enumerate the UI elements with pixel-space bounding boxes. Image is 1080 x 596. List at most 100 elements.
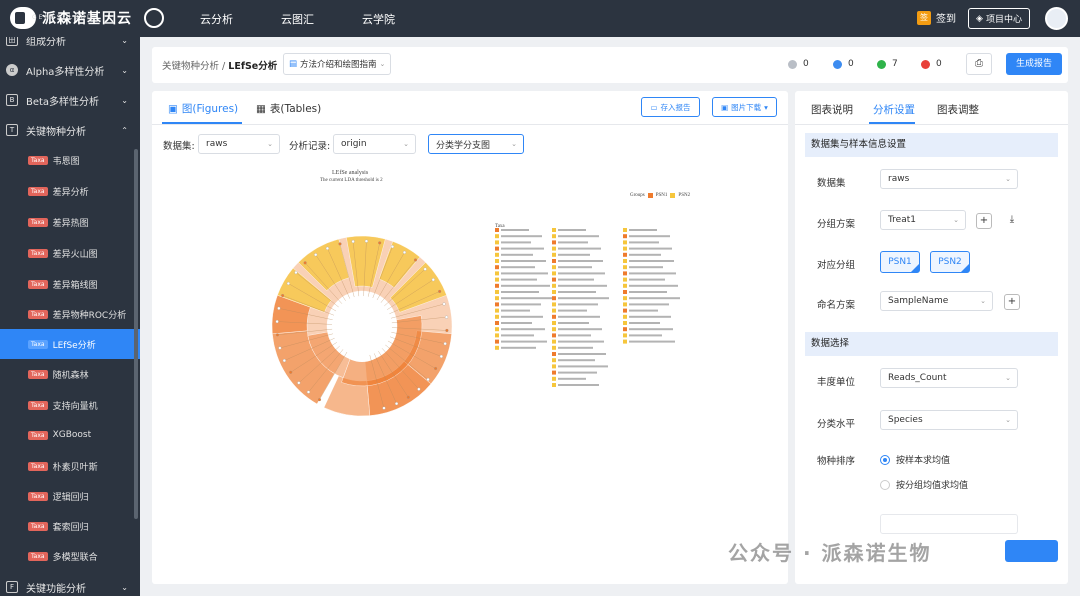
section-dataset-sample: 数据集与样本信息设置 [805,133,1058,157]
brand-subtitle: GENESCLOUD [32,14,94,21]
chevron-up-icon: ⌃ [121,125,128,135]
tab-tables[interactable]: ▦ 表(Tables) [256,101,321,116]
record-select[interactable]: origin ⌄ [333,134,416,154]
figure-type-select[interactable]: 分类学分支图 ⌄ [428,134,524,154]
sidebar-item-label: 朴素贝叶斯 [52,462,98,473]
sidebar-item-multi-model[interactable]: Taxa 多模型联合 [0,541,140,571]
sidebar-group-composition[interactable]: 田 组成分析 ⌄ [0,37,140,55]
add-naming-button[interactable]: + [1004,294,1020,310]
sidebar-group-key-species[interactable]: T 关键物种分析 ⌃ [0,115,140,145]
settings-panel: 图表说明 分析设置 图表调整 数据集与样本信息设置 数据集 raws ⌄ 分组方… [795,91,1068,584]
sidebar-item-naive-bayes[interactable]: Taxa 朴素贝叶斯 [0,451,140,481]
sort-by-sample-mean[interactable]: 按样本求均值 [880,453,950,466]
taxon-node [338,242,342,246]
taxa-tag: Taxa [28,217,48,227]
add-group-button[interactable]: + [976,213,992,229]
taxa-tag: Taxa [28,551,48,561]
sidebar-item-random-forest[interactable]: Taxa 随机森林 [0,359,140,389]
download-group-button[interactable]: ⤓ [1004,213,1020,229]
sidebar-item-lasso[interactable]: Taxa 套索回归 [0,511,140,541]
sidebar-item-svm[interactable]: Taxa 支持向量机 [0,390,140,420]
sidebar-item-venn[interactable]: Taxa 韦恩图 [0,145,140,175]
taxa-list-swatch [623,339,627,344]
taxa-list-text [558,328,602,331]
status-count: 7 [892,59,898,69]
sidebar-group-alpha[interactable]: α Alpha多样性分析 ⌄ [0,55,140,85]
group-scheme-select[interactable]: Treat1 ⌄ [880,210,966,230]
taxa-list-text [501,328,545,331]
nav-cloud-academy[interactable]: 云学院 [362,11,395,27]
nav-cloud-analysis[interactable]: 云分析 [200,11,233,27]
sidebar-item-roc[interactable]: Taxa 差异物种ROC分析 [0,299,140,329]
generate-report-button[interactable]: 生成报告 [1006,53,1062,75]
chevron-down-icon: ⌄ [121,37,128,45]
avatar[interactable] [1045,7,1068,30]
sort-by-group-mean[interactable]: 按分组均值求均值 [880,478,968,491]
guide-select[interactable]: ▤ 方法介绍和绘图指南 ⌄ [283,53,391,75]
record-label: 分析记录: [289,141,331,152]
taxon-node [297,381,301,385]
partial-threshold-input[interactable] [880,514,1018,534]
dataset-label: 数据集 [817,178,846,189]
pdf-button[interactable]: ⎙ [966,53,992,75]
naming-scheme-select[interactable]: SampleName ⌄ [880,291,993,311]
taxa-list-text [558,346,593,349]
sidebar-scrollbar[interactable] [134,149,138,519]
sidebar-item-diff[interactable]: Taxa 差异分析 [0,176,140,206]
plus-icon: + [979,215,989,226]
taxon-node [406,395,410,399]
tab-chart-description[interactable]: 图表说明 [811,102,853,117]
document-icon: ⎙ [975,58,983,69]
project-center-button[interactable]: ◈ 项目中心 [968,8,1030,29]
sidebar-item-xgboost[interactable]: Taxa XGBoost [0,420,140,450]
tab-chart-adjust[interactable]: 图表调整 [937,102,979,117]
sign-icon: 签 [917,10,931,25]
taxa-list-text [558,291,596,293]
taxa-list-swatch [552,333,556,338]
naming-scheme-label: 命名方案 [817,300,856,311]
download-image-button[interactable]: ▣ 图片下载 ▾ [712,97,777,117]
tab-figures[interactable]: ▣ 图(Figures) [168,101,238,116]
taxa-list-text [629,297,680,300]
taxa-list-text [558,278,594,281]
sidebar-item-volcano[interactable]: Taxa 差异火山图 [0,238,140,268]
taxa-list-text [558,260,603,262]
breadcrumb-parent[interactable]: 关键物种分析 [162,61,219,72]
status-count: 0 [803,59,809,69]
nav-cloud-charts[interactable]: 云图汇 [281,11,314,27]
taxa-list-swatch [623,321,627,325]
sidebar-item-diff-heatmap[interactable]: Taxa 差异热图 [0,207,140,237]
sidebar-item-lefse[interactable]: Taxa LEfSe分析 [0,329,140,359]
radio-checked-icon [880,454,890,465]
taxa-tag: Taxa [28,369,48,379]
save-report-button[interactable]: ▭ 存入报告 [641,97,700,117]
key-species-icon: T [6,124,18,136]
caret-down-icon: ▾ [764,102,768,112]
taxa-list-text [501,309,530,312]
taxonomy-level-select[interactable]: Species ⌄ [880,410,1018,430]
dataset-value: raws [206,139,228,149]
sidebar-item-logistic[interactable]: Taxa 逻辑回归 [0,481,140,511]
sign-in-button[interactable]: 签 签到 [917,10,956,25]
sidebar-group-key-function[interactable]: F 关键功能分析 ⌄ [0,572,140,596]
sidebar-group-beta[interactable]: B Beta多样性分析 ⌄ [0,85,140,115]
status-failed: 0 [921,59,942,69]
taxon-node [426,377,430,382]
tab-analysis-settings[interactable]: 分析设置 [873,102,915,117]
taxa-list-text [629,278,665,281]
chevron-down-icon: ⌄ [1005,416,1011,424]
right-dataset-select[interactable]: raws ⌄ [880,169,1018,189]
taxon-node [275,333,280,337]
taxon-node [317,398,322,402]
abundance-unit-select[interactable]: Reads_Count ⌄ [880,368,1018,388]
dataset-select[interactable]: raws ⌄ [198,134,280,154]
taxa-list-swatch [495,345,499,350]
sidebar-item-boxplot[interactable]: Taxa 差异箱线图 [0,269,140,299]
taxa-list-text [558,235,599,238]
compare-group-psn1[interactable]: PSN1 [880,251,920,273]
taxa-list-swatch [552,290,556,294]
compare-group-psn2[interactable]: PSN2 [930,251,970,273]
taxa-tag: Taxa [28,248,48,258]
taxa-list-text [629,322,660,324]
taxon-node [278,346,282,350]
